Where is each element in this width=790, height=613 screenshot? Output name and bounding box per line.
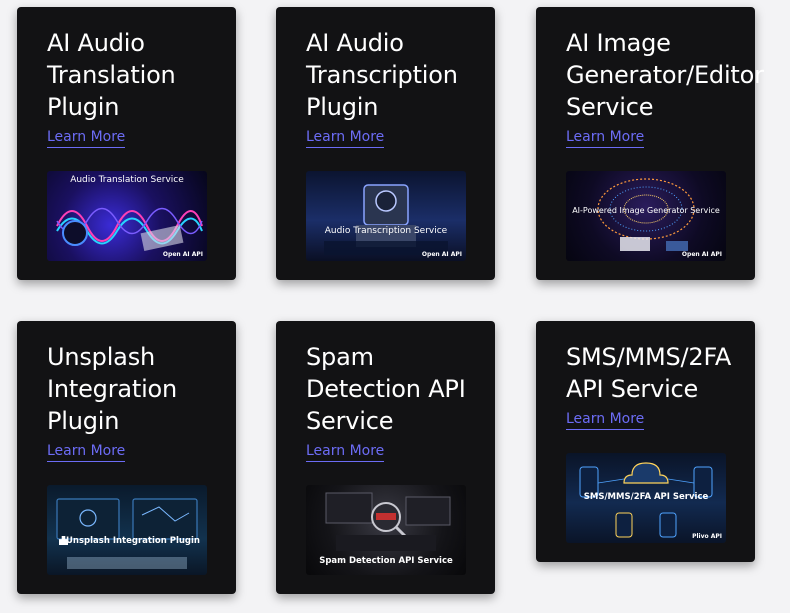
card-image[interactable]: Unsplash Integration Plugin (47, 485, 207, 575)
image-tag: Open AI API (421, 251, 462, 258)
ai-brain-illustration (597, 178, 695, 251)
learn-more-link[interactable]: Learn More (566, 128, 645, 148)
card-image[interactable]: SMS/MMS/2FA API Service Plivo API (566, 453, 726, 543)
learn-more-link[interactable]: Learn More (306, 442, 385, 462)
image-tag: Open AI API (681, 251, 722, 258)
learn-more-link[interactable]: Learn More (566, 410, 645, 430)
card-image[interactable]: Audio Translation Service Open AI API (47, 171, 207, 261)
service-card-image-generator: AI Image Generator/Editor Service Learn … (536, 7, 764, 280)
card-title: Spam Detection API Service (306, 343, 466, 435)
card-title: Unsplash Integration Plugin (47, 343, 178, 435)
service-card-audio-transcription: AI Audio Transcription Plugin Learn More… (276, 7, 495, 280)
service-card-spam-detection: Spam Detection API Service Learn More Sp… (276, 321, 495, 594)
learn-more-link[interactable]: Learn More (47, 442, 126, 462)
card-title: AI Image Generator/Editor Service (566, 29, 764, 121)
service-card-sms-mms-2fa: SMS/MMS/2FA API Service Learn More SMS/M… (536, 321, 755, 562)
service-card-audio-translation: AI Audio Translation Plugin Learn More A… (17, 7, 236, 280)
card-image[interactable]: Spam Detection API Service (306, 485, 466, 575)
image-tag: Open AI API (162, 251, 203, 258)
learn-more-link[interactable]: Learn More (47, 128, 126, 148)
image-caption: Unsplash Integration Plugin (66, 536, 200, 546)
card-title: AI Audio Translation Plugin (47, 29, 176, 121)
card-title: SMS/MMS/2FA API Service (566, 343, 732, 403)
monitors-illustration (56, 498, 198, 569)
service-card-unsplash: Unsplash Integration Plugin Learn More U… (17, 321, 236, 594)
card-image[interactable]: Audio Transcription Service Open AI API (306, 171, 466, 261)
learn-more-link[interactable]: Learn More (306, 128, 385, 148)
card-title: AI Audio Transcription Plugin (306, 29, 458, 121)
image-caption: Audio Translation Service (70, 175, 184, 185)
image-caption: AI-Powered Image Generator Service (572, 206, 720, 215)
image-caption: Spam Detection API Service (319, 556, 453, 566)
microphone-machine-illustration (324, 184, 448, 255)
card-image[interactable]: AI-Powered Image Generator Service Open … (566, 171, 726, 261)
image-caption: Audio Transcription Service (324, 226, 448, 236)
image-tag: Plivo API (692, 533, 722, 540)
image-caption: SMS/MMS/2FA API Service (583, 492, 709, 502)
